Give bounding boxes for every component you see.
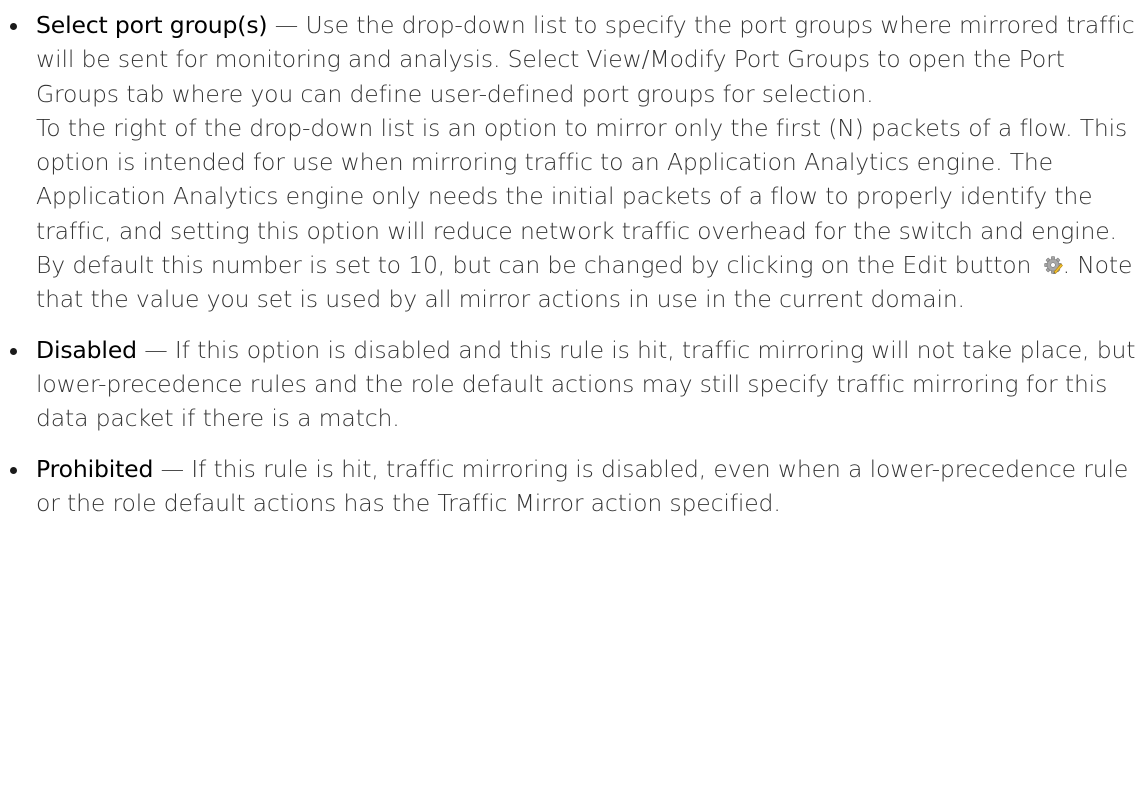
list-item-disabled: Disabled — If this option is disabled an… <box>0 333 1137 436</box>
list-item-select-port-groups: Select port group(s) — Use the drop-down… <box>0 8 1137 317</box>
item-paragraph: Disabled — If this option is disabled an… <box>36 333 1137 436</box>
item-text-2: To the right of the drop-down list is an… <box>36 113 1128 280</box>
item-dash: — <box>136 335 175 364</box>
help-document: Select port group(s) — Use the drop-down… <box>0 8 1137 791</box>
item-paragraph: Prohibited — If this rule is hit, traffi… <box>36 452 1137 521</box>
bullet-icon <box>10 23 17 30</box>
item-term: Select port group(s) <box>36 11 268 39</box>
edit-gear-icon <box>1043 255 1063 275</box>
item-dash: — <box>267 11 306 39</box>
item-term: Prohibited <box>36 454 154 483</box>
bullet-icon <box>10 466 17 474</box>
item-text: If this option is disabled and this rule… <box>36 335 1136 433</box>
item-text: If this rule is hit, traffic mirroring i… <box>36 454 1129 517</box>
option-list: Select port group(s) — Use the drop-down… <box>0 8 1137 520</box>
item-paragraph-2: To the right of the drop-down list is an… <box>36 111 1137 317</box>
list-item-prohibited: Prohibited — If this rule is hit, traffi… <box>0 452 1137 521</box>
bullet-icon <box>10 347 17 355</box>
item-term: Disabled <box>36 335 137 364</box>
item-paragraph: Select port group(s) — Use the drop-down… <box>36 8 1137 111</box>
item-dash: — <box>153 454 192 483</box>
